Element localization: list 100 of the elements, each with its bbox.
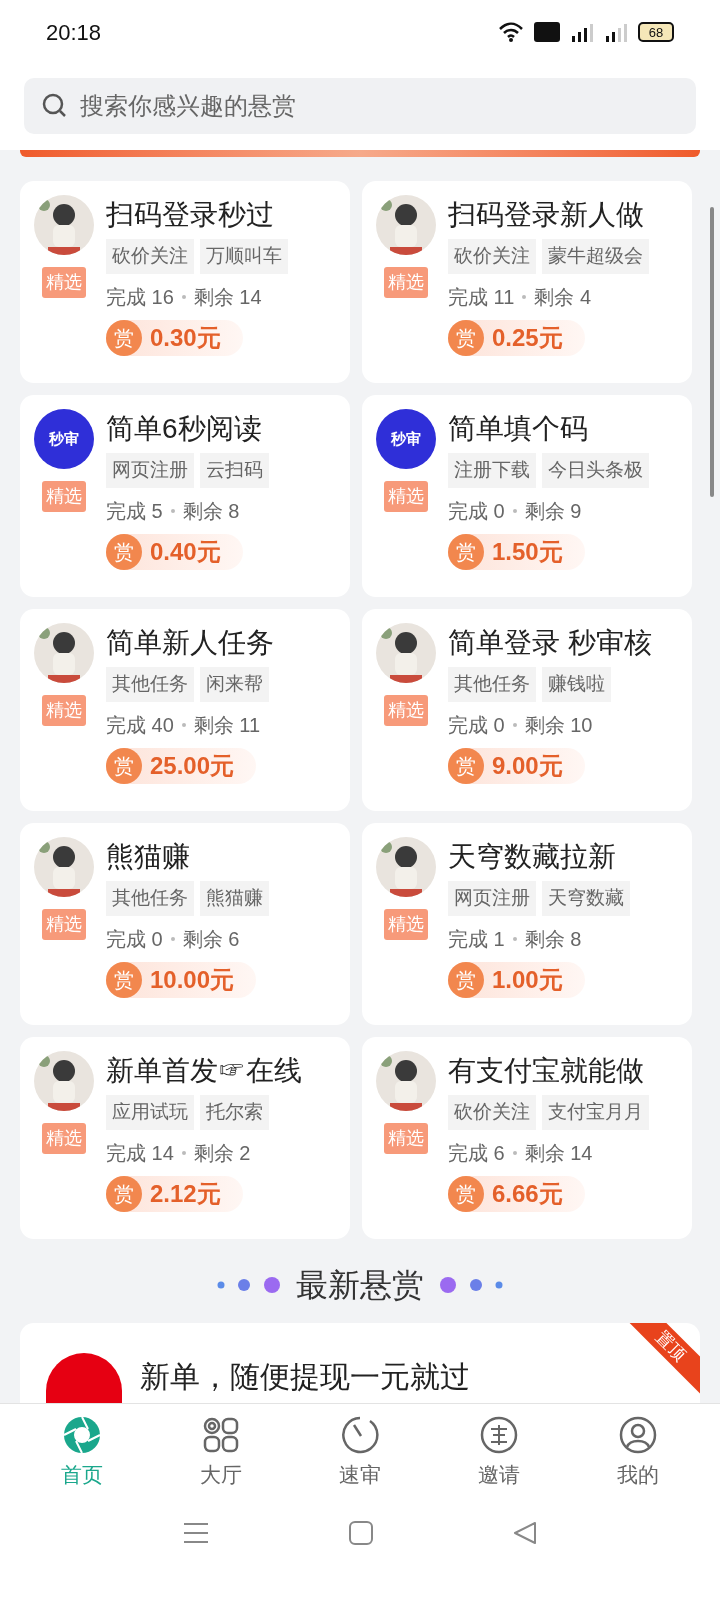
task-card[interactable]: 秒审 精选 简单6秒阅读 网页注册 云扫码 完成 5 剩余 8 赏 0.40元 [20,395,350,597]
signal-icon [570,22,594,42]
remaining-count: 剩余 9 [524,498,582,524]
category-tag: 托尔索 [200,1095,269,1130]
task-title: 简单新人任务 [106,626,274,660]
task-title: 新单首发☞在线 [106,1054,302,1088]
tab-item[interactable]: 邀请 [449,1414,550,1491]
reward-amount: 0.30元 [150,322,221,353]
task-card[interactable]: 精选 简单登录 秒审核 其他任务 赚钱啦 完成 0 剩余 10 赏 9.00元 [362,609,692,811]
reward-amount: 0.40元 [150,536,221,567]
back-icon[interactable] [513,1521,537,1545]
category-tag: 砍价关注 [106,239,194,274]
featured-badge: 精选 [384,1123,428,1154]
remaining-count: 剩余 2 [193,1140,251,1166]
home-icon[interactable] [349,1521,373,1545]
remaining-count: 剩余 4 [534,284,591,310]
dots-decoration [216,1276,282,1294]
category-tag: 天穹数藏 [542,881,630,916]
category-tag: 网页注册 [448,881,536,916]
completed-count: 完成 0 [448,498,505,524]
completed-count: 完成 14 [106,1140,174,1166]
task-title: 天穹数藏拉新 [448,840,617,874]
stopwatch-icon [339,1414,380,1455]
completed-count: 完成 5 [106,498,163,524]
menu-icon[interactable] [183,1521,209,1545]
task-title: 新单，随便提现一元就过 [140,1359,470,1395]
task-card[interactable]: 新单，随便提现一元就过 置顶 [20,1323,700,1403]
featured-badge: 精选 [42,481,86,512]
reward-icon: 赏 [448,319,484,356]
reward-icon: 赏 [106,1175,142,1212]
reward-icon: 赏 [448,1175,484,1212]
tab-item[interactable]: 速审 [309,1414,410,1491]
reward-amount: 10.00元 [150,964,235,995]
task-title: 简单填个码 [448,412,589,446]
task-title: 简单6秒阅读 [106,412,263,446]
user-icon [618,1414,659,1455]
category-tag: 支付宝月月 [542,1095,649,1130]
remaining-count: 剩余 10 [524,712,593,738]
task-title: 扫码登录新人做 [448,198,645,232]
task-title: 简单登录 秒审核 [448,626,652,660]
category-tag: 其他任务 [106,667,194,702]
category-tag: 熊猫赚 [200,881,269,916]
remaining-count: 剩余 8 [182,498,240,524]
aperture-icon [61,1414,102,1455]
remaining-count: 剩余 11 [193,712,261,738]
search-field[interactable]: 搜索你感兴趣的悬赏 [24,78,696,134]
category-tag: 其他任务 [106,881,194,916]
reward-icon: 赏 [106,533,142,570]
task-title: 扫码登录秒过 [106,198,275,232]
featured-badge: 精选 [384,267,428,298]
tab-item[interactable]: 我的 [588,1414,689,1491]
category-tag: 网页注册 [106,453,194,488]
reward-icon: 赏 [448,533,484,570]
task-title: 熊猫赚 [106,840,191,874]
reward-amount: 1.50元 [492,536,563,567]
featured-badge: 精选 [42,695,86,726]
task-card[interactable]: 精选 简单新人任务 其他任务 闲来帮 完成 40 剩余 11 赏 25.00元 [20,609,350,811]
category-tag: 应用试玩 [106,1095,194,1130]
search-icon [42,93,68,119]
task-title: 有支付宝就能做 [448,1054,645,1088]
task-card[interactable]: 精选 熊猫赚 其他任务 熊猫赚 完成 0 剩余 6 赏 10.00元 [20,823,350,1025]
reward-icon: 赏 [106,319,142,356]
completed-count: 完成 16 [106,284,174,310]
remaining-count: 剩余 14 [524,1140,593,1166]
featured-badge: 精选 [384,909,428,940]
section-heading: 最新悬赏 [296,1266,424,1305]
completed-count: 完成 11 [448,284,515,310]
category-tag: 砍价关注 [448,239,536,274]
featured-badge: 精选 [384,481,428,512]
completed-count: 完成 6 [448,1140,505,1166]
category-tag: 云扫码 [200,453,269,488]
completed-count: 完成 1 [448,926,505,952]
remaining-count: 剩余 6 [182,926,240,952]
task-card[interactable]: 精选 新单首发☞在线 应用试玩 托尔索 完成 14 剩余 2 赏 2.12元 [20,1037,350,1239]
task-card[interactable]: 精选 有支付宝就能做 砍价关注 支付宝月月 完成 6 剩余 14 赏 6.66元 [362,1037,692,1239]
completed-count: 完成 0 [448,712,505,738]
category-tag: 注册下载 [448,453,536,488]
completed-count: 完成 0 [106,926,163,952]
reward-amount: 0.25元 [492,322,563,353]
avatar-text: 秒审 [390,431,422,447]
category-tag: 砍价关注 [448,1095,536,1130]
remaining-count: 剩余 14 [193,284,262,310]
task-card[interactable]: 精选 扫码登录新人做 砍价关注 蒙牛超级会 完成 11 剩余 4 赏 0.25元 [362,181,692,383]
signal-icon [604,22,628,42]
reward-icon: 赏 [106,747,142,784]
completed-count: 完成 40 [106,712,174,738]
task-card[interactable]: 秒审 精选 简单填个码 注册下载 今日头条极 完成 0 剩余 9 赏 1.50元 [362,395,692,597]
featured-badge: 精选 [384,695,428,726]
task-card[interactable]: 精选 扫码登录秒过 砍价关注 万顺叫车 完成 16 剩余 14 赏 0.30元 [20,181,350,383]
tab-item[interactable]: 大厅 [170,1414,271,1491]
wifi-icon [498,22,524,42]
task-card[interactable]: 精选 天穹数藏拉新 网页注册 天穹数藏 完成 1 剩余 8 赏 1.00元 [362,823,692,1025]
reward-icon: 赏 [106,961,142,998]
reward-icon: 赏 [448,747,484,784]
category-tag: 今日头条极 [542,453,649,488]
reward-icon: 赏 [448,961,484,998]
remaining-count: 剩余 8 [524,926,582,952]
reward-amount: 25.00元 [150,750,235,781]
dots-decoration [438,1276,504,1294]
category-tag: 蒙牛超级会 [542,239,649,274]
